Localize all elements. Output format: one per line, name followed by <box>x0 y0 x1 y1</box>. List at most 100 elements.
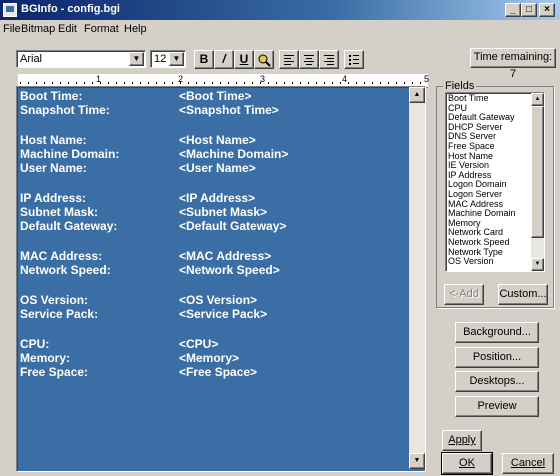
ok-label: OK <box>459 457 475 469</box>
editor-field-token: <Snapshot Time> <box>179 103 279 117</box>
field-list-item[interactable]: OS Version <box>448 257 494 266</box>
ruler-tick <box>380 82 381 84</box>
ruler-tick <box>36 82 37 84</box>
field-list-item[interactable]: Free Space <box>448 142 495 151</box>
editor-label: Boot Time: <box>20 89 83 103</box>
ruler-tick <box>372 82 373 84</box>
menu-bitmap[interactable]: Bitmap <box>21 23 55 35</box>
minimize-button[interactable]: _ <box>505 3 521 17</box>
size-value: 12 <box>154 53 167 65</box>
preview-button[interactable]: Preview <box>455 396 539 417</box>
chevron-down-icon[interactable]: ▼ <box>129 52 144 66</box>
ruler-tick <box>324 82 325 84</box>
scroll-down-icon[interactable]: ▼ <box>531 258 544 271</box>
title-bar: BGInfo - config.bgi _ □ × <box>0 0 560 20</box>
ruler-tick <box>140 82 141 84</box>
ruler-tick <box>252 82 253 84</box>
menu-file[interactable]: File <box>3 23 21 35</box>
editor-area[interactable]: Boot Time: <Boot Time> Snapshot Time: <Snap… <box>16 86 426 472</box>
editor-field-token: <OS Version> <box>179 293 258 307</box>
ruler-tick <box>196 82 197 84</box>
ruler-tick <box>164 82 165 84</box>
field-list-item[interactable]: Network Speed <box>448 238 510 247</box>
editor-label: OS Version: <box>20 293 89 307</box>
editor-label: Network Speed: <box>20 263 111 277</box>
add-field-button[interactable]: <-Add <box>444 284 484 305</box>
underline-button[interactable]: U <box>234 50 254 69</box>
ruler-tick <box>340 82 341 84</box>
bullets-button[interactable] <box>344 50 364 69</box>
scroll-thumb[interactable] <box>531 106 544 238</box>
maximize-button[interactable]: □ <box>521 3 537 17</box>
editor-field-token: <Default Gateway> <box>179 219 287 233</box>
menu-edit[interactable]: Edit <box>58 23 77 35</box>
editor-field-token: <Service Pack> <box>179 307 268 321</box>
editor-scrollbar[interactable]: ▲ ▼ <box>409 87 425 469</box>
insert-image-button[interactable] <box>254 50 274 69</box>
editor-label: MAC Address: <box>20 249 103 263</box>
editor-field-token: <Memory> <box>179 351 240 365</box>
ruler-tick <box>308 82 309 84</box>
ruler-tick <box>420 82 421 84</box>
field-list-item[interactable]: Boot Time <box>448 94 489 103</box>
align-right-button[interactable] <box>319 50 339 69</box>
ruler-tick <box>172 82 173 84</box>
font-combo[interactable]: Arial ▼ <box>16 50 146 68</box>
custom-button[interactable]: Custom... <box>498 284 548 305</box>
scroll-down-icon[interactable]: ▼ <box>409 453 425 469</box>
align-left-icon <box>284 55 294 65</box>
align-right-icon <box>324 55 334 65</box>
field-list-item[interactable]: Default Gateway <box>448 113 515 122</box>
ruler-tick <box>84 82 85 84</box>
field-list-item[interactable]: Machine Domain <box>448 209 516 218</box>
editor-field-token: <Subnet Mask> <box>179 205 268 219</box>
ruler-tick <box>28 82 29 84</box>
menu-help[interactable]: Help <box>124 23 147 35</box>
editor-label: Machine Domain: <box>20 147 120 161</box>
align-left-button[interactable] <box>279 50 299 69</box>
ruler-tick <box>220 82 221 84</box>
scroll-up-icon[interactable]: ▲ <box>531 93 544 106</box>
desktops-button[interactable]: Desktops... <box>455 371 539 392</box>
ruler-tick <box>76 82 77 84</box>
ruler-tick <box>188 82 189 84</box>
app-icon <box>3 3 17 17</box>
editor-label: Memory: <box>20 351 71 365</box>
apply-label: Apply <box>448 434 476 446</box>
editor-field-token: <Boot Time> <box>179 89 252 103</box>
fields-scrollbar[interactable]: ▲ ▼ <box>531 93 544 271</box>
ruler-tick <box>148 82 149 84</box>
apply-button[interactable]: Apply <box>442 430 482 451</box>
editor-label: Subnet Mask: <box>20 205 99 219</box>
field-list-item[interactable]: IE Version <box>448 161 489 170</box>
ruler-tick <box>108 82 109 84</box>
background-button[interactable]: Background... <box>455 322 539 343</box>
ruler-tick <box>364 82 365 84</box>
editor-label: Snapshot Time: <box>20 103 110 117</box>
size-combo[interactable]: 12 ▼ <box>150 50 186 68</box>
close-button[interactable]: × <box>539 3 555 17</box>
ok-button[interactable]: OK <box>441 452 493 475</box>
bold-button[interactable]: B <box>194 50 214 69</box>
editor-label: User Name: <box>20 161 87 175</box>
chevron-down-icon[interactable]: ▼ <box>169 52 184 66</box>
ruler-tick <box>268 82 269 84</box>
align-center-button[interactable] <box>299 50 319 69</box>
position-button[interactable]: Position... <box>455 347 539 368</box>
align-center-icon <box>304 55 314 65</box>
menu-format[interactable]: Format <box>84 23 119 35</box>
ruler-tick <box>244 82 245 84</box>
italic-button[interactable]: / <box>214 50 234 69</box>
field-list-item[interactable]: Logon Server <box>448 190 502 199</box>
time-remaining-button[interactable]: Time remaining: 7 <box>470 48 556 80</box>
fields-list[interactable]: Boot Time CPU Default Gateway DHCP Server DN… <box>445 92 545 272</box>
scroll-up-icon[interactable]: ▲ <box>409 87 425 103</box>
ruler-tick <box>404 82 405 84</box>
cancel-button[interactable]: Cancel <box>502 453 554 474</box>
editor-label: Free Space: <box>20 365 89 379</box>
editor-field-token: <IP Address> <box>179 191 256 205</box>
editor-field-token: <Host Name> <box>179 133 256 147</box>
editor-field-token: <Network Speed> <box>179 263 280 277</box>
ruler-tick <box>396 82 397 84</box>
ruler-tick <box>132 82 133 84</box>
